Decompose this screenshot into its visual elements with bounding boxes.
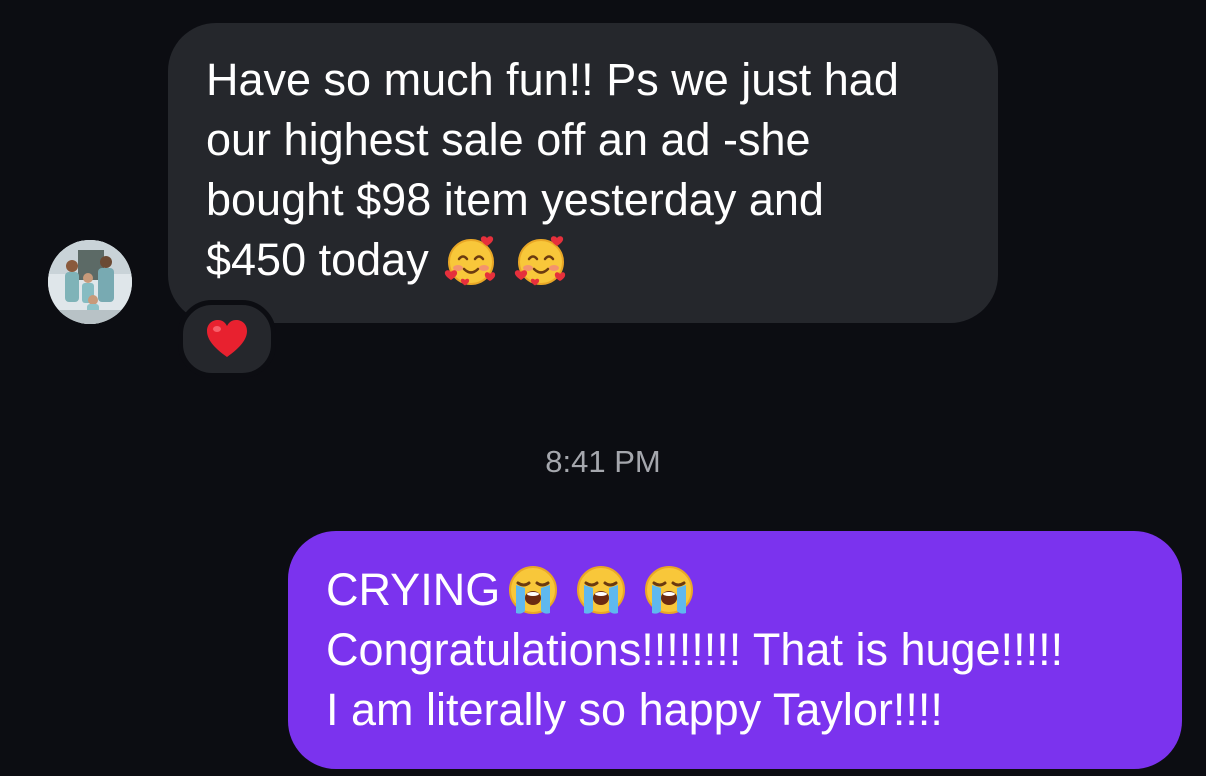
message-timestamp: 8:41 PM [545,444,661,479]
message-line-with-emojis: CRYING [326,560,1146,620]
loudly-crying-face-icon [504,561,562,619]
chat-thread: Have so much fun!! Ps we just had our hi… [0,0,1206,776]
loudly-crying-face-icon [572,561,630,619]
message-text: CRYING [326,564,501,615]
red-heart-icon [205,319,249,359]
contact-avatar[interactable] [48,240,132,324]
message-reaction[interactable] [178,300,276,378]
smiling-face-with-hearts-icon [513,232,569,288]
message-text: $450 today [206,234,429,285]
smiling-face-with-hearts-icon [443,232,499,288]
loudly-crying-face-icon [640,561,698,619]
message-line: bought $98 item yesterday and [206,174,824,225]
message-line-with-emojis: $450 today [206,230,958,290]
message-line: Have so much fun!! Ps we just had [206,54,899,105]
message-line: our highest sale off an ad -she [206,114,811,165]
message-line: Congratulations!!!!!!!! That is huge!!!!… [326,624,1064,675]
message-line: I am literally so happy Taylor!!!! [326,684,943,735]
incoming-message-bubble[interactable]: Have so much fun!! Ps we just had our hi… [168,23,998,323]
outgoing-message-bubble[interactable]: CRYING Congratulations!!!!!!!! That is h… [288,531,1182,769]
